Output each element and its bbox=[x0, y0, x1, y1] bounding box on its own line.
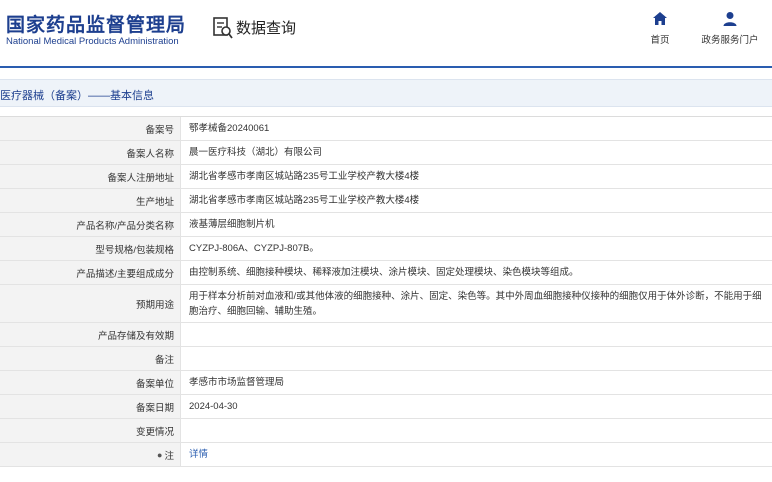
note-value: 详情 bbox=[181, 443, 772, 466]
record-number-label: 备案号 bbox=[0, 117, 181, 140]
model-spec-value: CYZPJ-806A、CYZPJ-807B。 bbox=[181, 237, 772, 260]
pin-icon: ● bbox=[157, 449, 163, 460]
product-name-value-text: 液基薄层细胞制片机 bbox=[189, 219, 275, 230]
record-number-value: 鄂孝械备20240061 bbox=[181, 117, 772, 140]
home-icon bbox=[653, 12, 667, 25]
table-row: 变更情况 bbox=[0, 419, 772, 443]
nav-service-portal-label: 政务服务门户 bbox=[701, 35, 759, 46]
details-link[interactable]: 详情 bbox=[189, 447, 208, 462]
registrant-name-value: 晨一医疗科技（湖北）有限公司 bbox=[181, 141, 772, 164]
production-address-label: 生产地址 bbox=[0, 189, 181, 212]
table-row: 生产地址 湖北省孝感市孝南区城站路235号工业学校产教大楼4楼 bbox=[0, 189, 772, 213]
registrant-address-value-text: 湖北省孝感市孝南区城站路235号工业学校产教大楼4楼 bbox=[189, 171, 420, 182]
table-row: 预期用途 用于样本分析前对血液和/或其他体液的细胞接种、涂片、固定、染色等。其中外… bbox=[0, 285, 772, 323]
table-row: 备案人注册地址 湖北省孝感市孝南区城站路235号工业学校产教大楼4楼 bbox=[0, 165, 772, 189]
storage-validity-label: 产品存储及有效期 bbox=[0, 323, 181, 346]
record-number-value-text: 鄂孝械备20240061 bbox=[189, 123, 270, 134]
registrant-name-value-text: 晨一医疗科技（湖北）有限公司 bbox=[189, 147, 323, 158]
registrant-address-value: 湖北省孝感市孝南区城站路235号工业学校产教大楼4楼 bbox=[181, 165, 772, 188]
section-header: 医疗器械（备案）——基本信息 bbox=[0, 79, 772, 107]
record-date-label-text: 备案日期 bbox=[135, 402, 174, 414]
registrant-address-label: 备案人注册地址 bbox=[0, 165, 181, 188]
record-number-label-text: 备案号 bbox=[145, 124, 174, 136]
registrant-address-label-text: 备案人注册地址 bbox=[107, 172, 174, 184]
data-query-icon bbox=[213, 17, 233, 39]
production-address-value: 湖北省孝感市孝南区城站路235号工业学校产教大楼4楼 bbox=[181, 189, 772, 212]
table-row: ● 注详情 bbox=[0, 443, 772, 467]
production-address-label-text: 生产地址 bbox=[135, 196, 174, 208]
header-divider bbox=[0, 66, 772, 68]
storage-validity-label-text: 产品存储及有效期 bbox=[97, 330, 174, 342]
table-row: 产品名称/产品分类名称 液基薄层细胞制片机 bbox=[0, 213, 772, 237]
page-title: 数据查询 bbox=[236, 20, 297, 37]
change-status-value bbox=[181, 419, 772, 442]
nav-service-portal[interactable]: 政务服务门户 bbox=[700, 10, 760, 46]
info-table: 备案号 鄂孝械备20240061 备案人名称 晨一医疗科技（湖北）有限公司备案人注册地… bbox=[0, 116, 772, 467]
table-row: 备案号 鄂孝械备20240061 bbox=[0, 117, 772, 141]
table-row: 产品存储及有效期 bbox=[0, 323, 772, 347]
registrant-name-label: 备案人名称 bbox=[0, 141, 181, 164]
product-description-label: 产品描述/主要组成成分 bbox=[0, 261, 181, 284]
site-header: 国家药品监督管理局 National Medical Products Admi… bbox=[0, 0, 772, 66]
nav-home[interactable]: 首页 bbox=[630, 10, 690, 46]
product-description-label-text: 产品描述/主要组成成分 bbox=[76, 268, 174, 280]
table-row: 型号规格/包装规格 CYZPJ-806A、CYZPJ-807B。 bbox=[0, 237, 772, 261]
note-label-text: 注 bbox=[164, 450, 174, 462]
intended-use-value-text: 用于样本分析前对血液和/或其他体液的细胞接种、涂片、固定、染色等。其中外周血细胞… bbox=[189, 290, 762, 317]
logo-title[interactable]: 国家药品监督管理局 bbox=[6, 10, 186, 37]
product-description-value: 由控制系统、细胞接种模块、稀释液加注模块、涂片模块、固定处理模块、染色模块等组成… bbox=[181, 261, 772, 284]
product-name-value: 液基薄层细胞制片机 bbox=[181, 213, 772, 236]
note-label: ● 注 bbox=[0, 443, 181, 466]
model-spec-value-text: CYZPJ-806A、CYZPJ-807B。 bbox=[189, 243, 319, 254]
registrant-name-label-text: 备案人名称 bbox=[126, 148, 174, 160]
record-date-value-text: 2024-04-30 bbox=[189, 401, 238, 412]
record-unit-label: 备案单位 bbox=[0, 371, 181, 394]
storage-validity-value bbox=[181, 323, 772, 346]
remarks-value bbox=[181, 347, 772, 370]
intended-use-value: 用于样本分析前对血液和/或其他体液的细胞接种、涂片、固定、染色等。其中外周血细胞… bbox=[181, 285, 772, 322]
remarks-label: 备注 bbox=[0, 347, 181, 370]
nav-home-label: 首页 bbox=[650, 35, 670, 46]
remarks-label-text: 备注 bbox=[154, 354, 174, 366]
record-date-label: 备案日期 bbox=[0, 395, 181, 418]
logo-subtitle: National Medical Products Administration bbox=[6, 36, 179, 47]
record-date-value: 2024-04-30 bbox=[181, 395, 772, 418]
table-row: 备案单位 孝感市市场监督管理局 bbox=[0, 371, 772, 395]
table-row: 备案人名称 晨一医疗科技（湖北）有限公司 bbox=[0, 141, 772, 165]
record-unit-value-text: 孝感市市场监督管理局 bbox=[189, 377, 285, 388]
section-title: 医疗器械（备案）——基本信息 bbox=[0, 90, 154, 102]
change-status-label-text: 变更情况 bbox=[135, 426, 174, 438]
intended-use-label: 预期用途 bbox=[0, 285, 181, 322]
table-row: 备注 bbox=[0, 347, 772, 371]
record-unit-label-text: 备案单位 bbox=[135, 378, 174, 390]
record-unit-value: 孝感市市场监督管理局 bbox=[181, 371, 772, 394]
product-name-label: 产品名称/产品分类名称 bbox=[0, 213, 181, 236]
user-icon bbox=[723, 12, 737, 26]
change-status-label: 变更情况 bbox=[0, 419, 181, 442]
product-description-value-text: 由控制系统、细胞接种模块、稀释液加注模块、涂片模块、固定处理模块、染色模块等组成… bbox=[189, 267, 579, 278]
table-row: 备案日期 2024-04-30 bbox=[0, 395, 772, 419]
table-row: 产品描述/主要组成成分 由控制系统、细胞接种模块、稀释液加注模块、涂片模块、固定处… bbox=[0, 261, 772, 285]
intended-use-label-text: 预期用途 bbox=[135, 299, 174, 311]
model-spec-label: 型号规格/包装规格 bbox=[0, 237, 181, 260]
product-name-label-text: 产品名称/产品分类名称 bbox=[76, 220, 174, 232]
production-address-value-text: 湖北省孝感市孝南区城站路235号工业学校产教大楼4楼 bbox=[189, 195, 420, 206]
model-spec-label-text: 型号规格/包装规格 bbox=[95, 244, 174, 256]
